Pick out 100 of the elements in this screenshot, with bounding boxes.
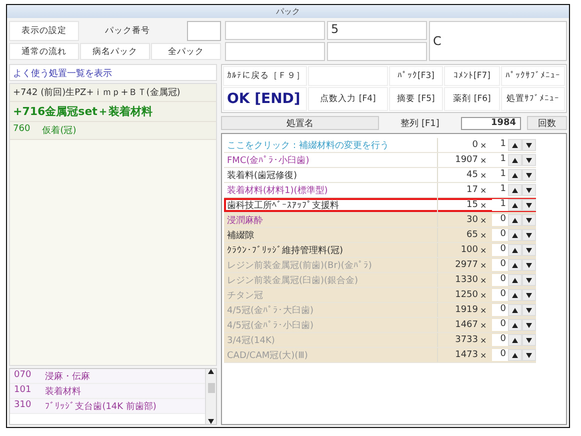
decrement-button[interactable]	[522, 259, 536, 271]
count-field[interactable]: 0	[492, 229, 508, 241]
input-field[interactable]	[327, 42, 427, 61]
sort-button[interactable]: 整列 [F1]	[385, 116, 455, 130]
command-button[interactable]: ﾊﾟｯｸｻﾌﾞﾒﾆｭｰ	[501, 66, 565, 86]
count-field[interactable]: 0	[492, 214, 508, 226]
treatment-name: 浸潤麻酔	[224, 213, 438, 227]
treatment-row[interactable]: FMC(金ﾊﾟﾗ･小臼歯) 1907 × 1	[224, 153, 536, 168]
treatment-item[interactable]: 070 浸麻・伝麻	[10, 369, 205, 384]
pack-button[interactable]: 通常の流れ	[9, 43, 79, 60]
treatment-row[interactable]: チタン冠 1250 × 0	[224, 288, 536, 303]
increment-button[interactable]	[508, 244, 522, 256]
command-button[interactable]: ﾊﾟｯｸ[F3]	[389, 66, 443, 86]
decrement-button[interactable]	[522, 304, 536, 316]
treatment-row[interactable]: 3/4冠(14K) 3733 × 0	[224, 333, 536, 348]
count-field[interactable]: 0	[492, 349, 508, 361]
treatment-row[interactable]: 4/5冠(金ﾊﾟﾗ･大臼歯) 1919 × 0	[224, 303, 536, 318]
scrollbar[interactable]	[205, 369, 216, 424]
input-field[interactable]	[225, 42, 325, 61]
name-column-header[interactable]: 処置名	[221, 116, 379, 130]
favorite-item[interactable]: 760 仮着(冠)	[10, 122, 216, 140]
down-arrow-icon	[526, 352, 532, 358]
pack-button[interactable]: 全パック	[151, 43, 221, 60]
favorite-item[interactable]: +742 (前回)生PZ+ｉｍｐ+ＢＴ(金属冠)	[10, 84, 216, 102]
treatment-row[interactable]: 4/5冠(金ﾊﾟﾗ･小臼歯) 1467 × 0	[224, 318, 536, 333]
times-sign: ×	[480, 336, 488, 344]
increment-button[interactable]	[508, 289, 522, 301]
increment-button[interactable]	[508, 229, 522, 241]
treatment-item[interactable]: 101 装着材料	[10, 384, 205, 399]
input-field[interactable]: 5	[327, 21, 427, 40]
display-settings-button[interactable]: 表示の設定	[9, 21, 79, 41]
treatment-row[interactable]: 補綴隙 65 × 0	[224, 228, 536, 243]
times-sign: ×	[480, 230, 488, 240]
input-field[interactable]	[225, 21, 325, 40]
down-arrow-icon	[208, 419, 214, 424]
treatment-row[interactable]: ｸﾗｳﾝ･ﾌﾞﾘｯｼﾞ維持管理料(冠) 100 × 0	[224, 243, 536, 258]
increment-button[interactable]	[508, 349, 522, 361]
treatment-row[interactable]: レジン前装金属冠(前歯)(Br)(金ﾊﾟﾗ) 2977 × 0	[224, 258, 536, 273]
decrement-button[interactable]	[522, 214, 536, 226]
increment-button[interactable]	[508, 199, 522, 211]
treatment-row[interactable]: CAD/CAM冠(大)(Ⅲ) 1473 × 0	[224, 348, 536, 363]
increment-button[interactable]	[508, 184, 522, 196]
pack-number-field[interactable]	[187, 21, 221, 41]
count-column-header[interactable]: 回数	[527, 116, 567, 130]
treatment-row[interactable]: 浸潤麻酔 30 × 0	[224, 213, 536, 228]
times-sign: ×	[480, 186, 488, 194]
count-field[interactable]: 0	[492, 319, 508, 331]
treatment-row[interactable]: ここをクリック：補綴材料の変更を行う 0 × 1	[224, 138, 536, 153]
treatment-row[interactable]: 歯科技工所ﾍﾞｰｽｱｯﾌﾟ支援料 15 × 1	[224, 198, 536, 213]
count-field[interactable]: 0	[492, 304, 508, 316]
favorite-item[interactable]: +716金属冠set＋装着材料	[10, 102, 216, 122]
decrement-button[interactable]	[522, 199, 536, 211]
increment-button[interactable]	[508, 154, 522, 166]
pack-button[interactable]: 病名パック	[80, 43, 150, 60]
increment-button[interactable]	[508, 259, 522, 271]
decrement-button[interactable]	[522, 319, 536, 331]
increment-button[interactable]	[508, 139, 522, 151]
decrement-button[interactable]	[522, 349, 536, 361]
decrement-button[interactable]	[522, 184, 536, 196]
increment-button[interactable]	[508, 169, 522, 181]
command-button[interactable]: 薬剤 [F6]	[444, 87, 500, 111]
decrement-button[interactable]	[522, 229, 536, 241]
command-button[interactable]: 点数入力 [F4]	[308, 87, 388, 111]
count-field[interactable]: 1	[492, 199, 508, 211]
increment-button[interactable]	[508, 334, 522, 346]
treatment-row[interactable]: 装着材料(材料1)(標準型) 17 × 1	[224, 183, 536, 198]
treatment-name: 4/5冠(金ﾊﾟﾗ･小臼歯)	[224, 318, 438, 332]
treatment-name: FMC(金ﾊﾟﾗ･小臼歯)	[224, 153, 438, 167]
count-field[interactable]: 0	[492, 259, 508, 271]
count-field[interactable]: 0	[492, 244, 508, 256]
command-button[interactable]: 処置ｻﾌﾞﾒﾆｭｰ	[501, 87, 565, 111]
increment-button[interactable]	[508, 214, 522, 226]
treatment-item[interactable]: 310 ﾌﾞﾘｯｼﾞ支台歯(14K 前歯部)	[10, 399, 205, 414]
decrement-button[interactable]	[522, 289, 536, 301]
count-field[interactable]: 0	[492, 274, 508, 286]
increment-button[interactable]	[508, 304, 522, 316]
decrement-button[interactable]	[522, 274, 536, 286]
decrement-button[interactable]	[522, 154, 536, 166]
decrement-button[interactable]	[522, 334, 536, 346]
input-field[interactable]: C	[429, 21, 567, 61]
treatment-row[interactable]: レジン前装金属冠(臼歯)(銀合金) 1330 × 0	[224, 273, 536, 288]
decrement-button[interactable]	[522, 139, 536, 151]
scrollbar-thumb[interactable]	[208, 382, 214, 392]
count-field[interactable]: 0	[492, 334, 508, 346]
favorites-link[interactable]: よく使う処置一覧を表示	[9, 64, 217, 81]
decrement-button[interactable]	[522, 244, 536, 256]
back-button[interactable]: ｶﾙﾃに戻る［Ｆ９］	[223, 66, 307, 86]
up-arrow-icon	[512, 142, 518, 148]
ok-button[interactable]: OK [END]	[223, 87, 307, 111]
points: 30	[466, 215, 479, 225]
command-button[interactable]: 摘要 [F5]	[389, 87, 443, 111]
decrement-button[interactable]	[522, 169, 536, 181]
treatment-row[interactable]: 装着料(歯冠修復) 45 × 1	[224, 168, 536, 183]
increment-button[interactable]	[508, 319, 522, 331]
increment-button[interactable]	[508, 274, 522, 286]
command-button[interactable]: ｺﾒﾝﾄ[F7]	[444, 66, 500, 86]
times-sign: ×	[480, 246, 488, 254]
treatment-name: 補綴隙	[224, 228, 438, 242]
count-field[interactable]: 0	[492, 289, 508, 301]
times-sign: ×	[480, 260, 488, 270]
